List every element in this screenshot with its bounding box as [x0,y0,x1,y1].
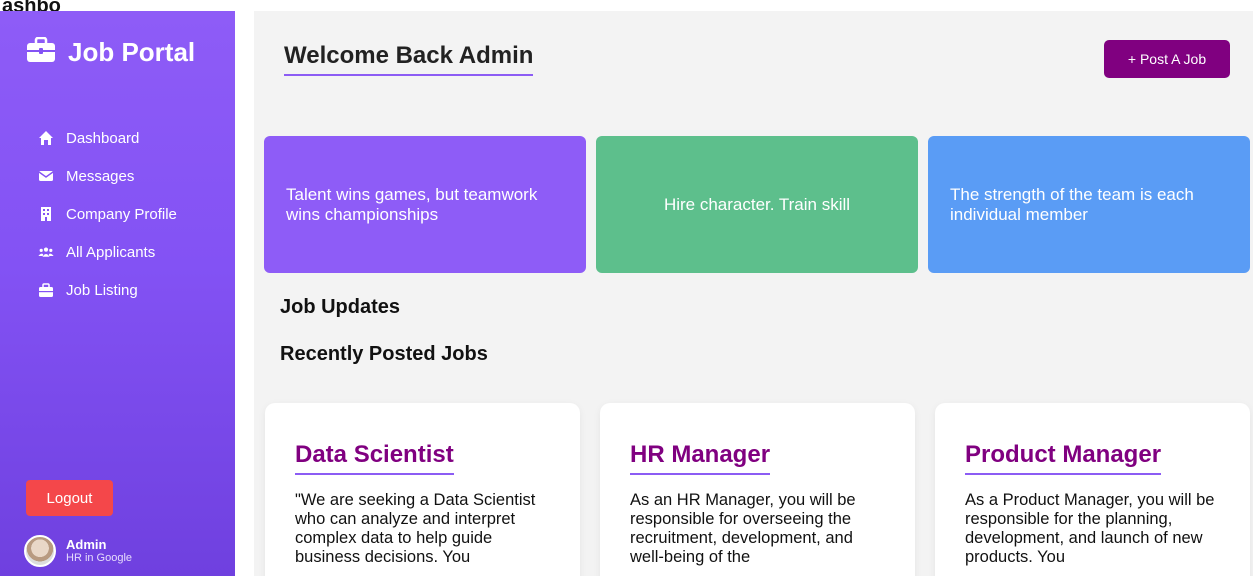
sidebar-item-label: Messages [66,167,135,185]
job-title[interactable]: Product Manager [965,441,1162,475]
quote-card: Talent wins games, but teamwork wins cha… [264,136,586,273]
avatar [24,535,56,567]
sidebar-item-dashboard[interactable]: Dashboard [38,119,177,157]
job-description: As an HR Manager, you will be responsibl… [630,491,856,566]
quote-card: Hire character. Train skill [596,136,918,273]
quote-card: The strength of the team is each individ… [928,136,1250,273]
job-description: As a Product Manager, you will be respon… [965,491,1215,566]
quote-text: The strength of the team is each individ… [950,184,1194,224]
sidebar-item-label: Job Listing [66,281,138,299]
section-title-recent-jobs: Recently Posted Jobs [280,343,488,365]
user-name: Admin [66,536,107,552]
user-role: HR in Google [66,551,133,564]
sidebar: Job Portal Dashboard Messages Company Pr… [0,11,235,576]
users-icon [38,247,54,257]
job-title[interactable]: HR Manager [630,441,771,475]
page-title-fragment: ashbo [2,0,61,11]
sidebar-item-job-listing[interactable]: Job Listing [38,271,177,309]
sidebar-item-company-profile[interactable]: Company Profile [38,195,177,233]
post-job-button[interactable]: + Post A Job [1104,40,1230,78]
quote-text: Hire character. Train skill [663,194,851,214]
brand[interactable]: Job Portal [26,36,196,68]
sidebar-item-all-applicants[interactable]: All Applicants [38,233,177,271]
envelope-icon [38,171,54,181]
quote-text: Talent wins games, but teamwork wins cha… [286,184,538,224]
page-title: Welcome Back Admin [284,42,534,76]
job-description: "We are seeking a Data Scientist who can… [295,491,536,566]
job-card[interactable]: Product Manager As a Product Manager, yo… [935,403,1250,576]
job-title[interactable]: Data Scientist [295,441,454,475]
sidebar-item-messages[interactable]: Messages [38,157,177,195]
sidebar-nav: Dashboard Messages Company Profile All A… [38,119,177,309]
brand-title: Job Portal [68,37,196,67]
sidebar-item-label: All Applicants [66,243,156,261]
home-icon [39,131,53,145]
briefcase-icon [39,283,53,297]
logout-button[interactable]: Logout [26,480,113,516]
building-icon [41,207,51,221]
sidebar-item-label: Company Profile [66,205,177,223]
job-card[interactable]: HR Manager As an HR Manager, you will be… [600,403,915,576]
main-content: Welcome Back Admin + Post A Job Talent w… [254,11,1253,576]
job-card[interactable]: Data Scientist "We are seeking a Data Sc… [265,403,580,576]
user-profile[interactable]: Admin HR in Google [24,535,132,567]
sidebar-item-label: Dashboard [66,129,140,147]
briefcase-icon [26,36,56,68]
section-title-job-updates: Job Updates [280,296,401,318]
